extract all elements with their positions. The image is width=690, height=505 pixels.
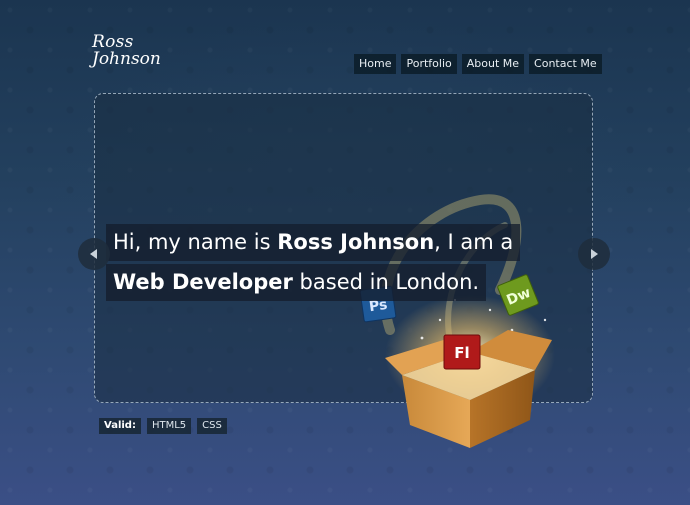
nav-about[interactable]: About Me xyxy=(461,54,525,74)
hero-intro-suffix: , I am a xyxy=(434,230,514,254)
hero-line-1: Hi, my name is Ross Johnson, I am a xyxy=(106,224,521,261)
valid-css-link[interactable]: CSS xyxy=(197,418,227,434)
nav-home[interactable]: Home xyxy=(354,54,397,74)
hero-line-2: Web Developer based in London. xyxy=(106,264,487,301)
main-nav: Home Portfolio About Me Contact Me xyxy=(354,54,602,74)
slider-next-button[interactable] xyxy=(578,238,610,270)
arrow-left-icon xyxy=(90,249,97,259)
logo[interactable]: Ross Johnson xyxy=(92,34,182,74)
valid-html5-link[interactable]: HTML5 xyxy=(146,418,192,434)
hero-headline: Hi, my name is Ross Johnson, I am a Web … xyxy=(106,224,556,301)
hero-location: based in London. xyxy=(292,270,480,294)
valid-label: Valid: xyxy=(99,418,141,434)
nav-contact[interactable]: Contact Me xyxy=(529,54,602,74)
validation-badges: Valid: HTML5 CSS xyxy=(99,418,227,434)
hero-name: Ross Johnson xyxy=(277,230,435,254)
hero-intro-text: Hi, my name is xyxy=(113,230,278,254)
logo-last-name: Johnson xyxy=(92,49,161,69)
nav-portfolio[interactable]: Portfolio xyxy=(401,54,457,74)
hero-role: Web Developer xyxy=(113,270,293,294)
arrow-right-icon xyxy=(591,249,598,259)
slider-prev-button[interactable] xyxy=(78,238,110,270)
